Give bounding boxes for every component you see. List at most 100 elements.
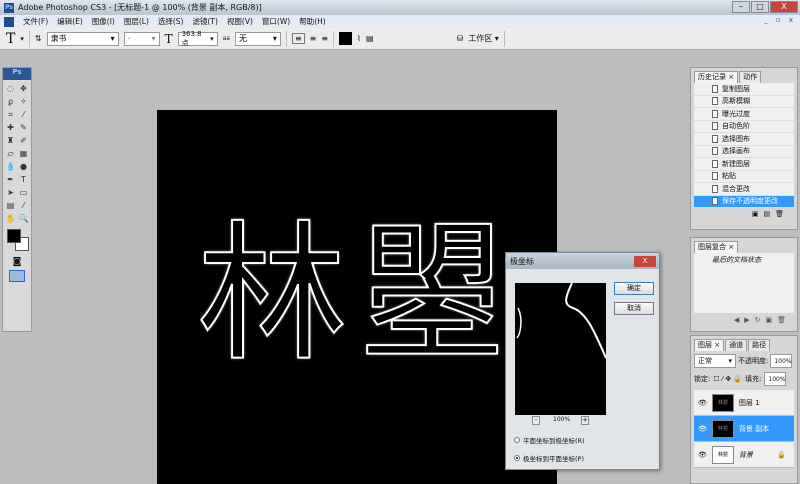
history-state-icon bbox=[712, 122, 718, 131]
close-button[interactable]: X bbox=[770, 1, 798, 13]
polar-to-rect-option[interactable]: 极坐标到平面坐标(P) bbox=[514, 453, 584, 463]
cancel-button[interactable]: 取消 bbox=[614, 302, 654, 315]
eyedropper-icon[interactable]: ⁄ bbox=[18, 200, 29, 211]
type-tool-icon[interactable]: T bbox=[18, 174, 29, 185]
history-item[interactable]: 混合更改 bbox=[694, 183, 794, 196]
crop-tool-icon[interactable]: ⌗ bbox=[5, 109, 16, 120]
document-canvas[interactable]: 林曌 bbox=[157, 110, 557, 484]
dropdown-arrow-icon[interactable]: ▾ bbox=[20, 35, 24, 43]
history-item[interactable]: 高斯模糊 bbox=[694, 96, 794, 108]
font-size-input[interactable]: 363.8 点 ▾ bbox=[177, 30, 218, 47]
zoom-tool-icon[interactable]: 🔍 bbox=[18, 213, 29, 224]
screen-mode-icon[interactable] bbox=[9, 270, 25, 282]
menu-image[interactable]: 图像(I) bbox=[92, 16, 115, 27]
history-item[interactable]: 自动色阶 bbox=[694, 121, 794, 133]
menu-view[interactable]: 视图(V) bbox=[227, 16, 253, 27]
menu-filter[interactable]: 滤镜(T) bbox=[193, 16, 218, 27]
tab-history[interactable]: 历史记录 × bbox=[694, 71, 739, 83]
menu-select[interactable]: 选择(S) bbox=[158, 16, 184, 27]
opacity-input[interactable]: 100% bbox=[770, 354, 793, 368]
marquee-tool-icon[interactable]: ◌ bbox=[5, 83, 16, 94]
pen-tool-icon[interactable]: ✒ bbox=[5, 174, 16, 185]
blur-tool-icon[interactable]: 💧 bbox=[5, 161, 16, 172]
layer-list: 👁 林曌 图层 1 👁 林曌 背景 副本 👁 林曌 背景 🔒 bbox=[694, 390, 794, 468]
snapshot-icon[interactable]: ▣ bbox=[752, 210, 764, 218]
align-right-icon[interactable]: ≡ bbox=[321, 34, 328, 43]
layer-row[interactable]: 👁 林曌 背景 🔒 bbox=[694, 442, 794, 468]
menu-file[interactable]: 文件(F) bbox=[23, 16, 48, 27]
visibility-eye-icon[interactable]: 👁 bbox=[698, 451, 707, 459]
lock-icons[interactable]: ☐ ⁄ ✥ 🔒 bbox=[713, 375, 742, 383]
ok-button[interactable]: 确定 bbox=[614, 282, 654, 295]
history-state-icon bbox=[712, 97, 718, 106]
rect-to-polar-option[interactable]: 平面坐标到极坐标(R) bbox=[514, 435, 585, 445]
layer-row[interactable]: 👁 林曌 图层 1 bbox=[694, 390, 794, 416]
zoom-out-button[interactable]: - bbox=[532, 416, 540, 425]
trash-icon[interactable]: 🗑 bbox=[775, 210, 789, 218]
slice-tool-icon[interactable]: ⁄ bbox=[18, 109, 29, 120]
history-item[interactable]: 新建图层 bbox=[694, 158, 794, 171]
menu-edit[interactable]: 编辑(E) bbox=[57, 16, 83, 27]
type-tool-preset[interactable]: T bbox=[6, 31, 15, 47]
history-item[interactable]: 曝光过度 bbox=[694, 108, 794, 121]
new-document-icon[interactable]: ▤ bbox=[763, 210, 775, 218]
hand-tool-icon[interactable]: ✋ bbox=[5, 213, 16, 224]
blend-mode-select[interactable]: 正常 ▾ bbox=[694, 354, 736, 368]
menu-layer[interactable]: 图层(L) bbox=[124, 16, 149, 27]
stamp-tool-icon[interactable]: ♜ bbox=[5, 135, 16, 146]
tab-paths[interactable]: 路径 bbox=[748, 339, 771, 351]
foreground-color-swatch[interactable] bbox=[7, 229, 21, 243]
history-state-icon bbox=[712, 84, 718, 93]
align-center-icon[interactable]: ≡ bbox=[310, 34, 317, 43]
maximize-button[interactable]: □ bbox=[751, 1, 769, 13]
layer-row[interactable]: 👁 林曌 背景 副本 bbox=[694, 416, 794, 442]
menu-window[interactable]: 窗口(W) bbox=[262, 16, 290, 27]
history-item[interactable]: 复制图层 bbox=[694, 83, 794, 96]
move-tool-icon[interactable]: ✥ bbox=[18, 83, 29, 94]
eraser-tool-icon[interactable]: ▱ bbox=[5, 148, 16, 159]
tab-layer-comps[interactable]: 图层复合 × bbox=[694, 241, 739, 253]
warp-text-icon[interactable]: ⌇ bbox=[357, 34, 361, 43]
visibility-eye-icon[interactable]: 👁 bbox=[698, 425, 707, 433]
visibility-eye-icon[interactable]: 👁 bbox=[698, 399, 707, 407]
history-item[interactable]: 选择画布 bbox=[694, 146, 794, 158]
tab-channels[interactable]: 通道 bbox=[725, 339, 748, 351]
shape-tool-icon[interactable]: ▭ bbox=[18, 187, 29, 198]
zoom-in-button[interactable]: + bbox=[581, 416, 589, 425]
fill-input[interactable]: 100% bbox=[764, 372, 787, 386]
text-orientation-icon[interactable]: ⇅ bbox=[35, 34, 42, 43]
tab-actions[interactable]: 动作 bbox=[739, 71, 762, 83]
healing-brush-icon[interactable]: ✚ bbox=[5, 122, 16, 133]
menu-help[interactable]: 帮助(H) bbox=[299, 16, 326, 27]
filter-preview[interactable] bbox=[515, 283, 606, 415]
magic-wand-icon[interactable]: ✧ bbox=[18, 96, 29, 107]
font-family-select[interactable]: 隶书 ▾ bbox=[46, 31, 119, 46]
history-brush-icon[interactable]: ✐ bbox=[18, 135, 29, 146]
font-style-select[interactable]: - ▾ bbox=[123, 31, 160, 46]
comp-item[interactable]: 最后的文档状态 bbox=[694, 253, 794, 313]
tab-layers[interactable]: 图层 × bbox=[694, 339, 725, 351]
gradient-tool-icon[interactable]: ▦ bbox=[18, 148, 29, 159]
path-select-icon[interactable]: ➤ bbox=[5, 187, 16, 198]
zoom-level: 100% bbox=[553, 416, 571, 423]
radio-polar-to-rect[interactable] bbox=[514, 455, 520, 461]
align-left-icon[interactable]: ≡ bbox=[291, 33, 305, 44]
history-item[interactable]: 选择图布 bbox=[694, 133, 794, 146]
dialog-close-button[interactable]: X bbox=[634, 255, 656, 267]
notes-tool-icon[interactable]: ▤ bbox=[5, 200, 16, 211]
workspace-button[interactable]: 工作区 ▾ bbox=[468, 33, 499, 44]
brush-tool-icon[interactable]: ✎ bbox=[18, 122, 29, 133]
minimize-button[interactable]: – bbox=[732, 1, 750, 13]
lasso-tool-icon[interactable]: ϼ bbox=[5, 96, 16, 107]
text-color-swatch[interactable] bbox=[339, 32, 353, 45]
history-item[interactable]: 粘贴 bbox=[694, 171, 794, 183]
palettes-icon[interactable]: ▤ bbox=[366, 34, 374, 43]
dodge-tool-icon[interactable]: ● bbox=[18, 161, 29, 172]
history-item[interactable]: 保存不透明度更改 bbox=[694, 195, 794, 208]
quick-mask-icon[interactable]: ◙ bbox=[3, 257, 31, 267]
bridge-icon[interactable]: ⛁ bbox=[457, 34, 464, 43]
ps-menu-icon[interactable] bbox=[4, 16, 14, 27]
document-window-controls[interactable]: _ ▫ x bbox=[764, 16, 796, 24]
antialias-select[interactable]: 无 ▾ bbox=[234, 31, 281, 46]
radio-rect-to-polar[interactable] bbox=[514, 437, 520, 443]
